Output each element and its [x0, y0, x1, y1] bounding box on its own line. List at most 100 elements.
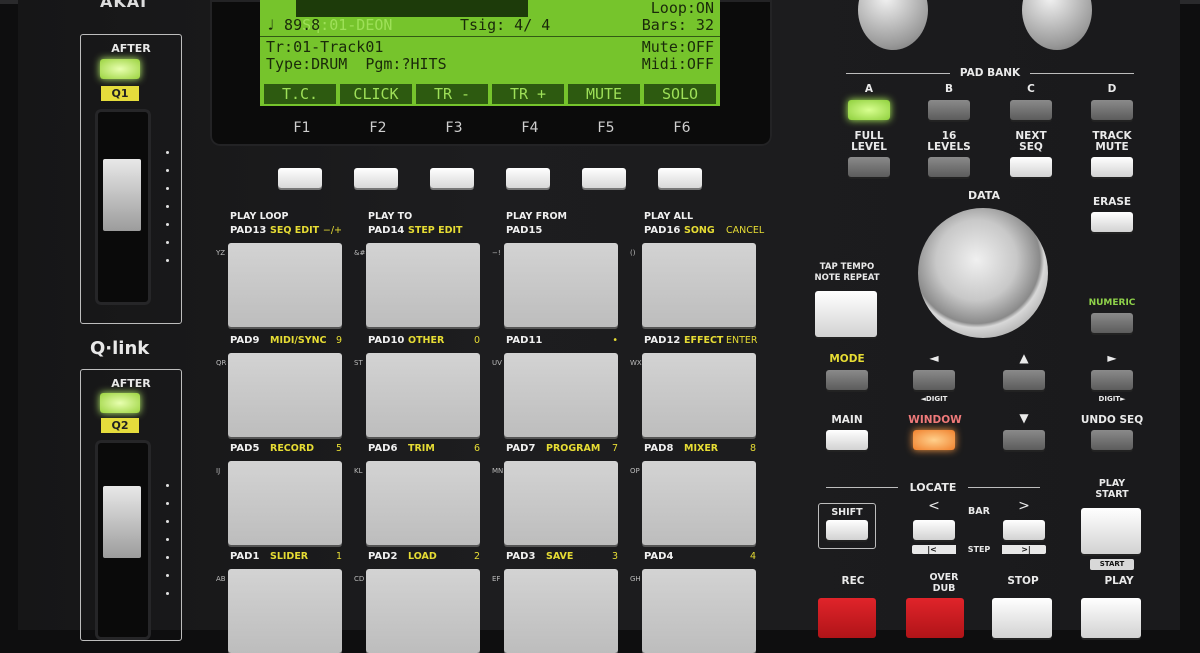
pad-number: 5: [335, 443, 342, 454]
tap-tempo-label: TAP TEMPO NOTE REPEAT: [814, 262, 880, 283]
drum-pad[interactable]: [228, 461, 342, 545]
pad-side-letters: (): [630, 249, 636, 257]
pad-name: PAD9: [230, 335, 260, 346]
pad-function: TRIM: [408, 443, 435, 454]
pad-name: PAD15: [506, 225, 543, 236]
play-button[interactable]: [1081, 598, 1141, 638]
numeric-button[interactable]: [1091, 313, 1133, 333]
cursor-up-button[interactable]: [1003, 370, 1045, 390]
bank-d-button[interactable]: [1091, 100, 1133, 120]
erase-button[interactable]: [1091, 212, 1133, 232]
pad-top-label: PLAY TO: [368, 211, 413, 222]
overdub-label: OVER DUB: [929, 572, 959, 594]
pad-side-letters: CD: [354, 575, 365, 583]
full-level-button[interactable]: [848, 157, 890, 177]
drum-pad[interactable]: [228, 569, 342, 653]
mode-button[interactable]: [826, 370, 868, 390]
pad-function: STEP EDIT: [408, 225, 463, 236]
pad-name: PAD7: [506, 443, 536, 454]
pad-number: 3: [611, 551, 618, 562]
pad-name: PAD2: [368, 551, 398, 562]
drum-pad[interactable]: [228, 243, 342, 327]
bank-b-label: B: [944, 83, 953, 95]
full-level-label: FULL LEVEL: [851, 130, 887, 153]
rec-button[interactable]: [818, 598, 876, 638]
bar-back-button[interactable]: [913, 520, 955, 540]
pad-name: PAD13: [230, 225, 267, 236]
pad-number: CANCEL: [726, 225, 765, 236]
pad-function: LOAD: [408, 551, 437, 562]
cursor-down-button[interactable]: [1003, 430, 1045, 450]
cursor-left-button[interactable]: [913, 370, 955, 390]
pad-side-letters: GH: [630, 575, 641, 583]
main-button[interactable]: [826, 430, 868, 450]
pad-function: EFFECT: [684, 335, 724, 346]
drum-pad[interactable]: [504, 353, 618, 437]
stop-label: STOP: [1007, 575, 1039, 587]
digit-left-label: ◄DIGIT: [920, 395, 948, 403]
pad-name: PAD1: [230, 551, 260, 562]
pad-side-letters: IJ: [216, 467, 221, 475]
drum-pad[interactable]: [366, 461, 480, 545]
drum-pad[interactable]: [642, 461, 756, 545]
up-arrow-icon: ▲: [1019, 351, 1029, 365]
pad-side-letters: QR: [216, 359, 227, 367]
pad-number: ENTER: [726, 335, 758, 346]
pad-number: 0: [473, 335, 480, 346]
pad-side-letters: EF: [492, 575, 501, 583]
play-label: PLAY: [1104, 575, 1134, 587]
pad-number: 2: [473, 551, 480, 562]
drum-pad[interactable]: [228, 353, 342, 437]
main-label: MAIN: [831, 414, 863, 426]
shift-button[interactable]: [826, 520, 868, 540]
bank-a-button[interactable]: [848, 100, 890, 120]
track-mute-button[interactable]: [1091, 157, 1133, 177]
start-label: START: [1090, 559, 1134, 570]
pad-name: PAD14: [368, 225, 405, 236]
pad-number: •: [612, 335, 618, 346]
pad-side-letters: &#: [354, 249, 366, 257]
pad-number: −/+: [322, 225, 342, 236]
step-left-icon: |<: [927, 545, 937, 554]
play-start-button[interactable]: [1081, 508, 1141, 554]
window-button[interactable]: [913, 430, 955, 450]
drum-pad[interactable]: [504, 569, 618, 653]
drum-pad[interactable]: [642, 569, 756, 653]
bank-d-label: D: [1107, 83, 1117, 95]
pad-number: 7: [611, 443, 618, 454]
overdub-button[interactable]: [906, 598, 964, 638]
shift-label: SHIFT: [831, 507, 863, 518]
bank-c-button[interactable]: [1010, 100, 1052, 120]
window-label: WINDOW: [908, 414, 962, 426]
drum-pad[interactable]: [642, 353, 756, 437]
drum-pad[interactable]: [366, 569, 480, 653]
cursor-right-button[interactable]: [1091, 370, 1133, 390]
bar-forward-button[interactable]: [1003, 520, 1045, 540]
sixteen-levels-button[interactable]: [928, 157, 970, 177]
drum-pad[interactable]: [504, 461, 618, 545]
stop-button[interactable]: [992, 598, 1052, 638]
pad-side-letters: WX: [630, 359, 642, 367]
pad-function: OTHER: [408, 335, 445, 346]
bar-label: BAR: [968, 506, 990, 517]
undo-seq-label: UNDO SEQ: [1080, 414, 1144, 426]
pad-side-letters: ST: [354, 359, 363, 367]
drum-pad[interactable]: [504, 243, 618, 327]
pad-function: RECORD: [270, 443, 315, 454]
drum-pad[interactable]: [642, 243, 756, 327]
down-arrow-icon: ▼: [1019, 411, 1029, 425]
drum-pad[interactable]: [366, 243, 480, 327]
bank-b-button[interactable]: [928, 100, 970, 120]
tap-tempo-button[interactable]: [815, 291, 877, 337]
pad-top-label: PLAY LOOP: [230, 211, 289, 222]
next-seq-button[interactable]: [1010, 157, 1052, 177]
numeric-label: NUMERIC: [1088, 298, 1136, 308]
step-right-icon: >|: [1021, 545, 1031, 554]
pad-top-label: PLAY FROM: [506, 211, 567, 222]
data-wheel[interactable]: [918, 208, 1048, 338]
bar-left-icon: <: [928, 498, 940, 514]
bank-c-label: C: [1027, 83, 1035, 95]
drum-pad[interactable]: [366, 353, 480, 437]
undo-seq-button[interactable]: [1091, 430, 1133, 450]
rec-label: REC: [841, 575, 865, 587]
